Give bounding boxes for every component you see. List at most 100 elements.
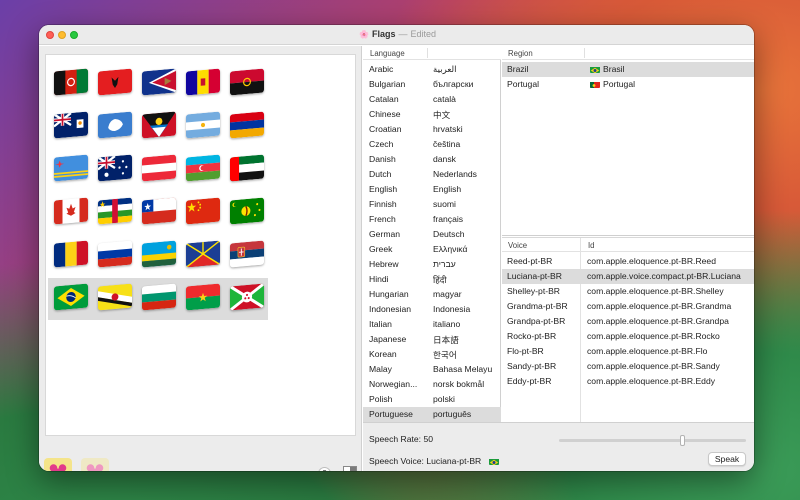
- flag-cocos-islands[interactable]: [230, 197, 266, 226]
- region-native-name: Portugal: [590, 79, 635, 89]
- language-row[interactable]: Finnish suomi: [363, 197, 501, 212]
- flag-afghanistan[interactable]: [54, 68, 90, 97]
- flag-romania[interactable]: [54, 240, 90, 269]
- language-row[interactable]: Catalan català: [363, 92, 501, 107]
- language-name: Chinese: [369, 109, 401, 119]
- flag-row[interactable]: [48, 278, 268, 320]
- language-row[interactable]: Danish dansk: [363, 152, 501, 167]
- flag-azerbaijan[interactable]: [186, 154, 222, 183]
- flag-row[interactable]: [48, 149, 268, 191]
- language-name: Catalan: [369, 94, 399, 104]
- flag-canada[interactable]: [54, 197, 90, 226]
- flag-central-african-republic[interactable]: [98, 197, 134, 226]
- language-row[interactable]: Korean 한국어: [363, 347, 501, 362]
- language-name: Portuguese: [369, 409, 413, 419]
- language-row[interactable]: Hebrew עברית: [363, 257, 501, 272]
- voice-row[interactable]: Grandpa-pt-BR com.apple.eloquence.pt-BR.G…: [502, 314, 754, 329]
- language-row[interactable]: Japanese 日本語: [363, 332, 501, 347]
- language-row[interactable]: Croatian hrvatski: [363, 122, 501, 137]
- flag-australia[interactable]: [98, 154, 134, 183]
- flag-american-samoa[interactable]: [142, 68, 178, 97]
- flag-united-arab-emirates[interactable]: [230, 154, 266, 183]
- language-column-header[interactable]: Language: [363, 46, 501, 60]
- speak-button[interactable]: Speak: [708, 452, 746, 466]
- flag-armenia[interactable]: [230, 111, 266, 140]
- language-row[interactable]: French français: [363, 212, 501, 227]
- voice-id: com.apple.eloquence.pt-BR.Grandpa: [587, 316, 729, 326]
- language-row[interactable]: Norwegian... norsk bokmål: [363, 377, 501, 392]
- flag-china[interactable]: [186, 197, 222, 226]
- flag-brazil[interactable]: [54, 283, 90, 312]
- language-row[interactable]: Italian italiano: [363, 317, 501, 332]
- language-native-name: Indonesia: [433, 304, 471, 314]
- flag-chile[interactable]: [142, 197, 178, 226]
- voice-header-label[interactable]: Voice: [508, 241, 527, 250]
- flag-antarctica[interactable]: [98, 111, 134, 140]
- flag-row[interactable]: [48, 106, 268, 148]
- language-native-name: dansk: [433, 154, 456, 164]
- tool-button-2[interactable]: [81, 458, 109, 471]
- flag-angola[interactable]: [230, 68, 266, 97]
- language-row[interactable]: Polish polski: [363, 392, 501, 407]
- split-view-icon[interactable]: [343, 466, 357, 471]
- flag-serbia[interactable]: [230, 240, 266, 269]
- flag-brunei[interactable]: [98, 283, 134, 312]
- minimize-window-button[interactable]: [58, 31, 66, 39]
- voice-row[interactable]: Shelley-pt-BR com.apple.eloquence.pt-BR.S…: [502, 284, 754, 299]
- speech-rate-slider[interactable]: [559, 435, 746, 446]
- language-row[interactable]: Czech čeština: [363, 137, 501, 152]
- flag-burundi[interactable]: [230, 283, 266, 312]
- language-row[interactable]: Greek Ελληνικά: [363, 242, 501, 257]
- help-button[interactable]: ?: [318, 467, 331, 471]
- id-header-label[interactable]: Id: [588, 241, 595, 250]
- tool-button-1[interactable]: [44, 458, 72, 471]
- language-row[interactable]: Malay Bahasa Melayu: [363, 362, 501, 377]
- flag-row[interactable]: [48, 192, 268, 234]
- language-row[interactable]: Chinese 中文: [363, 107, 501, 122]
- flag-antigua-and-barbuda[interactable]: [142, 111, 178, 140]
- voice-row[interactable]: Flo-pt-BR com.apple.eloquence.pt-BR.Flo: [502, 344, 754, 359]
- flag-russia[interactable]: [98, 240, 134, 269]
- voice-row[interactable]: Grandma-pt-BR com.apple.eloquence.pt-BR.G…: [502, 299, 754, 314]
- language-name: Hebrew: [369, 259, 399, 269]
- voice-list: Voice Id Reed-pt-BR com.apple.eloquence.p…: [502, 237, 754, 422]
- language-row[interactable]: Hindi हिंदी: [363, 272, 501, 287]
- flag-burkina-faso[interactable]: [186, 283, 222, 312]
- voice-row[interactable]: Eddy-pt-BR com.apple.eloquence.pt-BR.Eddy: [502, 374, 754, 389]
- flag-albania[interactable]: [98, 68, 134, 97]
- close-window-button[interactable]: [46, 31, 54, 39]
- voice-id: com.apple.eloquence.pt-BR.Shelley: [587, 286, 724, 296]
- language-row[interactable]: German Deutsch: [363, 227, 501, 242]
- language-native-name: magyar: [433, 289, 462, 299]
- language-row[interactable]: Portuguese português: [363, 407, 501, 422]
- language-row[interactable]: Bulgarian български: [363, 77, 501, 92]
- flag-anguilla[interactable]: [54, 111, 90, 140]
- language-name: French: [369, 214, 396, 224]
- voice-row[interactable]: Reed-pt-BR com.apple.eloquence.pt-BR.Reed: [502, 254, 754, 269]
- voice-row[interactable]: Sandy-pt-BR com.apple.eloquence.pt-BR.San…: [502, 359, 754, 374]
- flag-austria[interactable]: [142, 154, 178, 183]
- language-native-name: български: [433, 79, 474, 89]
- language-row[interactable]: Arabic العربية: [363, 62, 501, 77]
- flag-andorra[interactable]: [186, 68, 222, 97]
- flag-r-union[interactable]: [186, 240, 222, 269]
- zoom-window-button[interactable]: [70, 31, 78, 39]
- voice-row[interactable]: Rocko-pt-BR com.apple.eloquence.pt-BR.Roc…: [502, 329, 754, 344]
- language-row[interactable]: English English: [363, 182, 501, 197]
- flag-grid[interactable]: [45, 54, 356, 436]
- region-row[interactable]: Portugal Portugal: [502, 77, 754, 92]
- flag-rwanda[interactable]: [142, 240, 178, 269]
- region-column-header[interactable]: Region: [502, 46, 754, 60]
- flag-bulgaria[interactable]: [142, 283, 178, 312]
- speech-rate-slider-knob[interactable]: [679, 435, 685, 446]
- language-row[interactable]: Hungarian magyar: [363, 287, 501, 302]
- flag-aruba[interactable]: [54, 154, 90, 183]
- voice-id: com.apple.eloquence.pt-BR.Sandy: [587, 361, 720, 371]
- language-row[interactable]: Dutch Nederlands: [363, 167, 501, 182]
- flag-argentina[interactable]: [186, 111, 222, 140]
- voice-row[interactable]: Luciana-pt-BR com.apple.voice.compact.pt-…: [502, 269, 754, 284]
- region-row[interactable]: Brazil Brasil: [502, 62, 754, 77]
- language-row[interactable]: Indonesian Indonesia: [363, 302, 501, 317]
- flag-row[interactable]: [48, 235, 268, 277]
- flag-row[interactable]: [48, 63, 268, 105]
